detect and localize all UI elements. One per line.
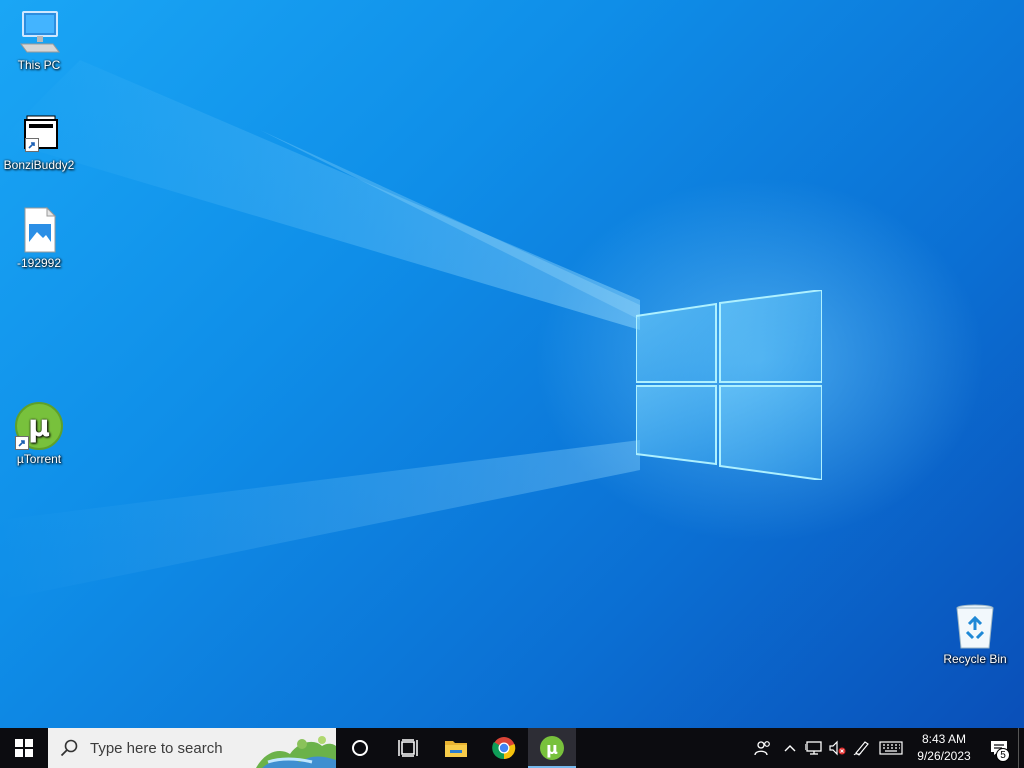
folder-shortcut-icon	[15, 108, 63, 156]
search-placeholder: Type here to search	[90, 739, 223, 757]
desktop-icon-recycle-bin[interactable]: Recycle Bin	[937, 602, 1013, 666]
folder-icon	[445, 741, 467, 757]
search-icon	[60, 739, 78, 757]
desktop-icon-utorrent[interactable]: µ µTorrent	[1, 402, 77, 466]
cortana-button[interactable]	[336, 728, 384, 768]
taskbar: Type here to search µ 8:43 AM 9/26/2023 …	[0, 728, 1024, 768]
network-icon	[805, 741, 822, 755]
desktop-icon-label: -192992	[16, 256, 62, 270]
shortcut-arrow-icon	[25, 138, 39, 152]
recycle-bin-icon	[951, 602, 999, 650]
clock-time: 8:43 AM	[921, 732, 967, 746]
task-view-button[interactable]	[384, 728, 432, 768]
desktop-icon-label: BonziBuddy2	[3, 158, 75, 172]
volume-button[interactable]	[826, 728, 850, 768]
chevron-up-icon	[784, 745, 796, 752]
desktop[interactable]: This PC BonziBuddy2 -192992 µ µTorrent R…	[0, 0, 1024, 728]
svg-text:µ: µ	[546, 739, 558, 758]
shortcut-arrow-icon	[15, 436, 29, 450]
desktop-icon-bonzibuddy2[interactable]: BonziBuddy2	[1, 108, 77, 172]
action-center-button[interactable]: 5	[980, 728, 1018, 768]
desktop-icon-image-file[interactable]: -192992	[1, 206, 77, 270]
show-desktop-button[interactable]	[1018, 728, 1024, 768]
windows-logo-wallpaper	[636, 290, 822, 480]
chrome-icon	[492, 737, 516, 760]
network-button[interactable]	[802, 728, 826, 768]
file-explorer-button[interactable]	[432, 728, 480, 768]
system-tray: 8:43 AM 9/26/2023 5	[748, 728, 1024, 768]
circle-icon	[352, 740, 368, 756]
windows-start-icon	[15, 739, 33, 757]
task-view-icon	[398, 739, 418, 757]
utorrent-icon: µ	[540, 736, 564, 760]
desktop-icon-label: µTorrent	[16, 452, 62, 466]
desktop-icon-label: Recycle Bin	[943, 652, 1007, 666]
clock[interactable]: 8:43 AM 9/26/2023	[908, 731, 980, 765]
svg-text:µ: µ	[28, 409, 50, 444]
search-highlight-illustration-icon	[256, 736, 336, 768]
desktop-icon-this-pc[interactable]: This PC	[1, 8, 77, 72]
touch-keyboard-button[interactable]	[874, 728, 908, 768]
start-button[interactable]	[0, 728, 48, 768]
volume-muted-icon	[829, 740, 846, 756]
wallpaper-light-beams	[0, 60, 640, 600]
show-hidden-icons-button[interactable]	[778, 728, 802, 768]
utorrent-taskbar-button[interactable]: µ	[528, 728, 576, 768]
chrome-button[interactable]	[480, 728, 528, 768]
search-box[interactable]: Type here to search	[48, 728, 336, 768]
pen-icon	[853, 741, 869, 756]
utorrent-icon: µ	[15, 402, 63, 450]
keyboard-icon	[879, 741, 903, 755]
people-icon	[754, 741, 770, 756]
clock-date: 9/26/2023	[917, 749, 971, 763]
people-button[interactable]	[748, 728, 778, 768]
desktop-icon-label: This PC	[17, 58, 61, 72]
image-file-icon	[15, 206, 63, 254]
notification-count-badge: 5	[996, 748, 1010, 762]
pen-workspace-button[interactable]	[850, 728, 874, 768]
computer-icon	[15, 8, 63, 56]
